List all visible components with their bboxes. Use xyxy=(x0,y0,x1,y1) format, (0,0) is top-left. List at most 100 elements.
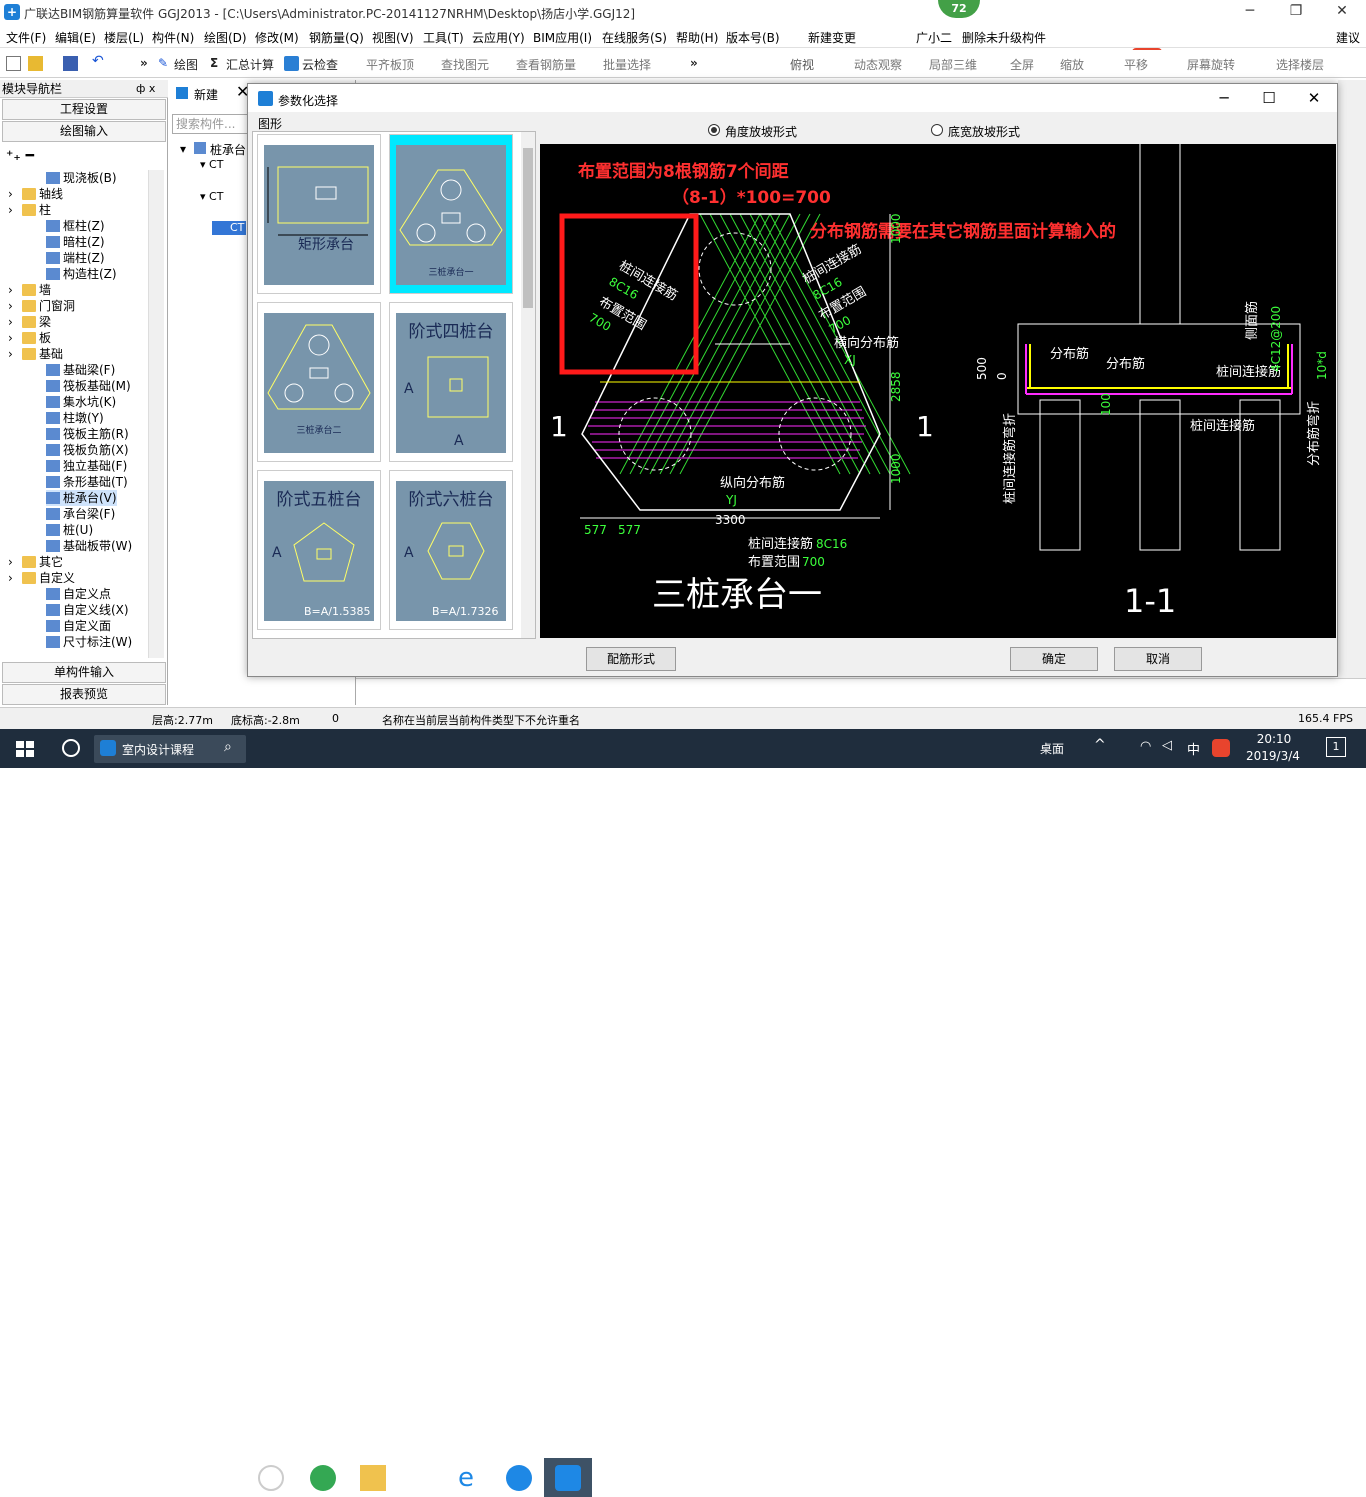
tree-folder[interactable]: 梁 › xyxy=(8,314,51,330)
tree-component[interactable]: 筏板主筋(R) xyxy=(46,426,129,442)
cancel-button[interactable]: 取消 xyxy=(1114,647,1202,671)
network-icon[interactable]: ◠ xyxy=(1140,739,1151,754)
menu-view[interactable]: 视图(V) xyxy=(372,29,414,46)
radio-width-slope[interactable] xyxy=(931,124,943,136)
mail-icon[interactable] xyxy=(410,1465,436,1491)
thumb-step-six-pile[interactable]: 阶式六桩台 A B=A/1.7326 xyxy=(389,470,513,630)
cortana-icon[interactable] xyxy=(62,739,80,757)
edge-browser-icon[interactable]: e xyxy=(458,1465,484,1491)
minimize-button[interactable]: ─ xyxy=(1227,0,1273,24)
menu-help[interactable]: 帮助(H) xyxy=(676,29,718,46)
tree-component[interactable]: 端柱(Z) xyxy=(46,250,105,266)
tree-component[interactable]: 筏板基础(M) xyxy=(46,378,131,394)
tree-toggle-icon[interactable]: › xyxy=(8,346,13,362)
tree-toggle-icon[interactable]: › xyxy=(8,186,13,202)
menu-bim[interactable]: BIM应用(I) xyxy=(533,29,592,46)
floating-score-badge[interactable]: 72 xyxy=(938,0,980,18)
tool-local-3d[interactable]: 局部三维 xyxy=(929,56,977,73)
menu-floor[interactable]: 楼层(L) xyxy=(104,29,144,46)
active-app-tile[interactable] xyxy=(544,1458,592,1497)
tree-component[interactable]: 尺寸标注(W) xyxy=(46,634,132,650)
tree-component[interactable]: 构造柱(Z) xyxy=(46,266,117,282)
tool-zoom[interactable]: 缩放 xyxy=(1060,56,1084,73)
thumb-three-pile-cap-2[interactable]: 三桩承台二 xyxy=(257,302,381,462)
thumb-step-five-pile[interactable]: 阶式五桩台 A B=A/1.5385 xyxy=(257,470,381,630)
project-settings-button[interactable]: 工程设置 xyxy=(2,99,166,120)
menu-suggest[interactable]: 建议 xyxy=(1336,29,1360,46)
overflow-chevron-icon[interactable]: » xyxy=(140,56,148,70)
tool-align-slab[interactable]: 平齐板顶 xyxy=(366,56,414,73)
single-component-button[interactable]: 单构件输入 xyxy=(2,662,166,683)
dialog-minimize-button[interactable]: ─ xyxy=(1204,88,1244,108)
tool-orbit[interactable]: 动态观察 xyxy=(854,56,902,73)
volume-icon[interactable]: ◁ xyxy=(1162,738,1172,753)
tool-summary-calc[interactable]: 汇总计算 xyxy=(226,56,274,73)
tree-toggle-icon[interactable]: › xyxy=(8,330,13,346)
tree-toggle-icon[interactable]: › xyxy=(8,570,13,586)
tree-item-selected[interactable]: CT xyxy=(212,221,246,235)
menu-new-change[interactable]: 新建变更 xyxy=(808,29,856,46)
tree-component[interactable]: 自定义点 xyxy=(46,586,111,602)
tree-toggle-icon[interactable]: › xyxy=(8,554,13,570)
tree-component[interactable]: 基础梁(F) xyxy=(46,362,115,378)
taskbar-browser-icon[interactable] xyxy=(310,1465,336,1491)
nav-pin-close-icon[interactable]: ф x xyxy=(136,82,155,95)
maximize-button[interactable]: ❐ xyxy=(1273,0,1319,24)
tree-folder[interactable]: 墙 › xyxy=(8,282,51,298)
draw-input-button[interactable]: 绘图输入 xyxy=(2,121,166,142)
tree-folder[interactable]: 轴线 › xyxy=(8,186,63,202)
menu-cloud[interactable]: 云应用(Y) xyxy=(472,29,525,46)
tree-folder[interactable]: 基础 › xyxy=(8,346,63,362)
report-preview-button[interactable]: 报表预览 xyxy=(2,684,166,705)
tree-component[interactable]: 独立基础(F) xyxy=(46,458,127,474)
tree-folder[interactable]: 门窗洞 › xyxy=(8,298,75,314)
tree-toggle-icon[interactable]: › xyxy=(8,298,13,314)
tree-component[interactable]: 承台梁(F) xyxy=(46,506,115,522)
radio-angle-slope-label[interactable]: 角度放坡形式 xyxy=(725,123,797,140)
tree-component[interactable]: 集水坑(K) xyxy=(46,394,116,410)
tree-component[interactable]: 桩承台(V) xyxy=(46,490,117,506)
tree-toggle-icon[interactable]: › xyxy=(8,314,13,330)
component-search-input[interactable]: 搜索构件... xyxy=(172,114,250,134)
tree-component[interactable]: 条形基础(T) xyxy=(46,474,128,490)
tool-find[interactable]: 查找图元 xyxy=(441,56,489,73)
taskbar-app-icon-1[interactable] xyxy=(258,1465,284,1491)
close-button[interactable]: ✕ xyxy=(1319,0,1365,24)
rebar-config-button[interactable]: 配筋形式 xyxy=(586,647,676,671)
tree-toggle-icon[interactable]: › xyxy=(8,282,13,298)
new-file-icon[interactable] xyxy=(6,56,21,71)
menu-guangxiaoer[interactable]: 广小二 xyxy=(916,29,952,46)
tree-scrollbar[interactable] xyxy=(148,170,164,658)
tree-component[interactable]: 现浇板(B) xyxy=(46,170,117,186)
tree-component[interactable]: 桩(U) xyxy=(46,522,93,538)
menu-version[interactable]: 版本号(B) xyxy=(726,29,780,46)
ime-indicator[interactable]: 中 xyxy=(1187,739,1200,758)
tree-folder[interactable]: 其它 › xyxy=(8,554,63,570)
taskbar-search-box[interactable]: 室内设计课程 ⌕ xyxy=(94,735,246,763)
tray-expand-icon[interactable]: ^ xyxy=(1094,737,1106,753)
tree-toggle-icon[interactable]: › xyxy=(8,202,13,218)
windows-start-icon[interactable] xyxy=(16,741,34,757)
tree-component[interactable]: 基础板带(W) xyxy=(46,538,132,554)
tree-item[interactable]: ▾ CT xyxy=(200,158,223,171)
menu-component[interactable]: 构件(N) xyxy=(152,29,194,46)
tool-batch-select[interactable]: 批量选择 xyxy=(603,56,651,73)
tree-component[interactable]: 框柱(Z) xyxy=(46,218,105,234)
tree-component[interactable]: 筏板负筋(X) xyxy=(46,442,129,458)
tree-component[interactable]: 自定义线(X) xyxy=(46,602,129,618)
tool-top-view[interactable]: 俯视 xyxy=(790,56,814,73)
tool-rotate-screen[interactable]: 屏幕旋转 xyxy=(1187,56,1235,73)
clock-time[interactable]: 20:10 xyxy=(1252,732,1296,746)
dialog-close-button[interactable]: ✕ xyxy=(1294,88,1334,108)
tool-cloud-check[interactable]: 云检查 xyxy=(302,56,338,73)
menu-tools[interactable]: 工具(T) xyxy=(423,29,464,46)
menu-rebar[interactable]: 钢筋量(Q) xyxy=(309,29,364,46)
sogou-tray-icon[interactable] xyxy=(1212,739,1230,757)
tree-component[interactable]: 柱墩(Y) xyxy=(46,410,104,426)
tree-folder[interactable]: 柱 › xyxy=(8,202,51,218)
tool-view-rebar[interactable]: 查看钢筋量 xyxy=(516,56,576,73)
tree-root-toggle[interactable]: ▾ xyxy=(180,142,186,156)
tree-folder[interactable]: 板 › xyxy=(8,330,51,346)
menu-edit[interactable]: 编辑(E) xyxy=(55,29,96,46)
undo-icon[interactable]: ↶ xyxy=(92,53,104,69)
